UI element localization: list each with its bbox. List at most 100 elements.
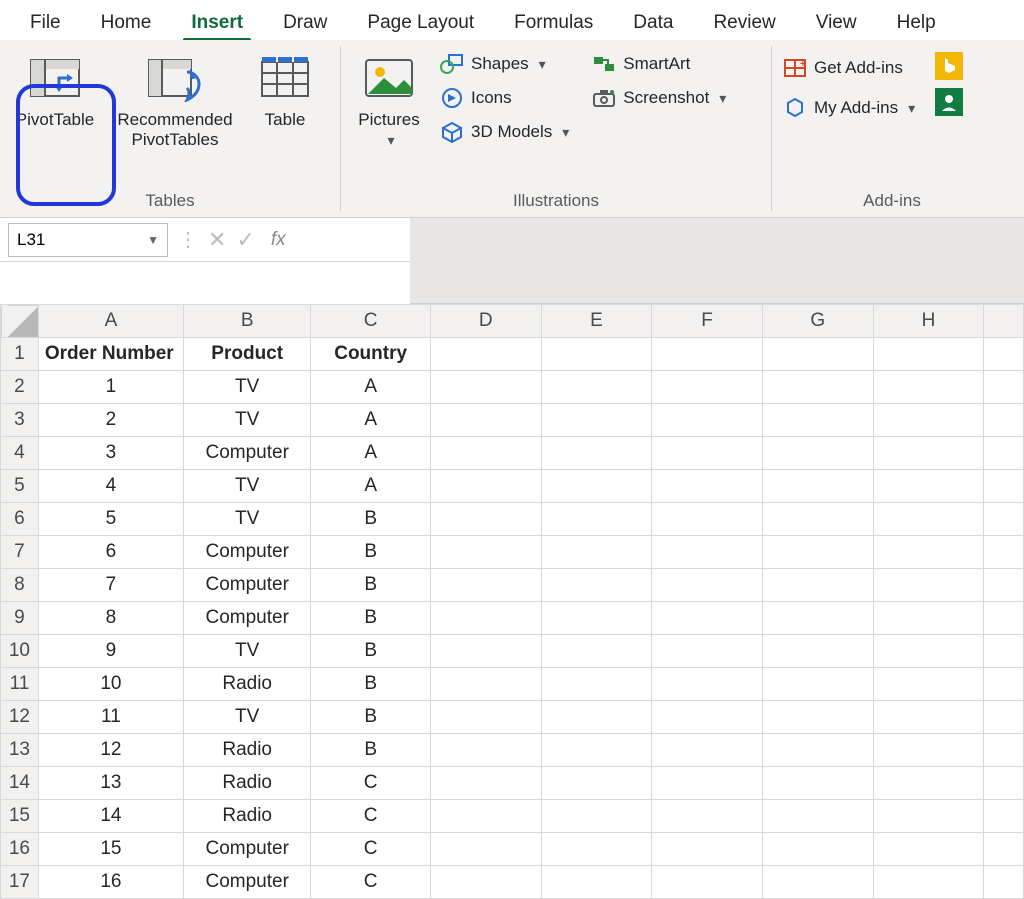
cell[interactable] bbox=[873, 371, 984, 404]
cell[interactable]: B bbox=[311, 701, 430, 734]
cell[interactable] bbox=[762, 470, 873, 503]
cell[interactable] bbox=[541, 602, 652, 635]
cell[interactable]: C bbox=[311, 767, 430, 800]
cell[interactable] bbox=[430, 866, 541, 899]
cell[interactable]: TV bbox=[183, 635, 310, 668]
cell[interactable] bbox=[762, 536, 873, 569]
cell[interactable]: Computer bbox=[183, 569, 310, 602]
tab-review[interactable]: Review bbox=[693, 6, 795, 40]
cell[interactable] bbox=[873, 767, 984, 800]
cell[interactable] bbox=[873, 536, 984, 569]
column-header[interactable]: E bbox=[541, 305, 652, 338]
cell[interactable] bbox=[984, 470, 1024, 503]
cell[interactable]: C bbox=[311, 833, 430, 866]
cell[interactable]: Computer bbox=[183, 866, 310, 899]
row-header[interactable]: 13 bbox=[1, 734, 39, 767]
enter-icon[interactable]: ✓ bbox=[236, 227, 254, 253]
tab-draw[interactable]: Draw bbox=[263, 6, 347, 40]
select-all-corner[interactable] bbox=[1, 305, 39, 338]
cell[interactable] bbox=[541, 338, 652, 371]
cell[interactable]: A bbox=[311, 470, 430, 503]
cell[interactable] bbox=[762, 569, 873, 602]
get-addins-button[interactable]: + Get Add-ins bbox=[778, 52, 919, 84]
cell[interactable] bbox=[430, 734, 541, 767]
cell[interactable] bbox=[430, 668, 541, 701]
cell[interactable] bbox=[762, 701, 873, 734]
cell[interactable]: B bbox=[311, 734, 430, 767]
cell[interactable] bbox=[430, 569, 541, 602]
table-button[interactable]: Table bbox=[246, 44, 324, 136]
cell[interactable] bbox=[541, 866, 652, 899]
cell[interactable] bbox=[873, 602, 984, 635]
cell[interactable]: 6 bbox=[38, 536, 183, 569]
cell[interactable] bbox=[652, 866, 763, 899]
cell[interactable] bbox=[652, 635, 763, 668]
column-header[interactable]: H bbox=[873, 305, 984, 338]
pictures-button[interactable]: Pictures▾ bbox=[347, 44, 431, 155]
column-header[interactable]: F bbox=[652, 305, 763, 338]
cell[interactable]: 11 bbox=[38, 701, 183, 734]
cell[interactable]: TV bbox=[183, 701, 310, 734]
cell[interactable] bbox=[652, 701, 763, 734]
row-header[interactable]: 4 bbox=[1, 437, 39, 470]
row-header[interactable]: 2 bbox=[1, 371, 39, 404]
cell[interactable] bbox=[541, 734, 652, 767]
cell[interactable]: Computer bbox=[183, 536, 310, 569]
cell[interactable] bbox=[430, 701, 541, 734]
cell[interactable] bbox=[984, 536, 1024, 569]
name-box[interactable]: L31 ▼ bbox=[8, 223, 168, 257]
recommended-pivot-button[interactable]: Recommended PivotTables bbox=[108, 44, 242, 155]
cell[interactable] bbox=[541, 635, 652, 668]
cell[interactable] bbox=[430, 800, 541, 833]
cell[interactable] bbox=[873, 866, 984, 899]
cell[interactable] bbox=[430, 371, 541, 404]
cell[interactable] bbox=[873, 569, 984, 602]
cell[interactable] bbox=[984, 734, 1024, 767]
cell[interactable] bbox=[541, 437, 652, 470]
tab-data[interactable]: Data bbox=[613, 6, 693, 40]
column-header[interactable]: G bbox=[762, 305, 873, 338]
row-header[interactable]: 6 bbox=[1, 503, 39, 536]
cell[interactable] bbox=[762, 833, 873, 866]
cell[interactable]: TV bbox=[183, 404, 310, 437]
row-header[interactable]: 10 bbox=[1, 635, 39, 668]
cell[interactable] bbox=[873, 668, 984, 701]
tab-file[interactable]: File bbox=[10, 6, 81, 40]
column-header[interactable]: A bbox=[38, 305, 183, 338]
cell[interactable] bbox=[541, 668, 652, 701]
row-header[interactable]: 7 bbox=[1, 536, 39, 569]
bing-tile-icon[interactable] bbox=[935, 52, 963, 80]
cell[interactable]: Radio bbox=[183, 668, 310, 701]
cell[interactable] bbox=[873, 503, 984, 536]
cell[interactable] bbox=[984, 800, 1024, 833]
cell[interactable] bbox=[984, 602, 1024, 635]
shapes-button[interactable]: Shapes ▾ bbox=[435, 48, 573, 80]
icons-button[interactable]: Icons bbox=[435, 82, 573, 114]
cell[interactable] bbox=[984, 338, 1024, 371]
cell[interactable]: 15 bbox=[38, 833, 183, 866]
cell[interactable] bbox=[430, 437, 541, 470]
column-header[interactable]: D bbox=[430, 305, 541, 338]
row-header[interactable]: 12 bbox=[1, 701, 39, 734]
cell[interactable] bbox=[652, 371, 763, 404]
tab-view[interactable]: View bbox=[796, 6, 877, 40]
cell[interactable]: 8 bbox=[38, 602, 183, 635]
cell[interactable] bbox=[762, 734, 873, 767]
cell[interactable]: C bbox=[311, 866, 430, 899]
cell[interactable] bbox=[652, 602, 763, 635]
cell[interactable]: A bbox=[311, 437, 430, 470]
cell[interactable]: C bbox=[311, 800, 430, 833]
cell[interactable]: Computer bbox=[183, 602, 310, 635]
cell[interactable] bbox=[984, 404, 1024, 437]
cell[interactable]: 12 bbox=[38, 734, 183, 767]
cell[interactable] bbox=[430, 635, 541, 668]
cell[interactable] bbox=[430, 602, 541, 635]
cell[interactable] bbox=[762, 338, 873, 371]
cell[interactable]: A bbox=[311, 404, 430, 437]
cell[interactable]: Computer bbox=[183, 437, 310, 470]
cell[interactable] bbox=[762, 866, 873, 899]
cell[interactable]: B bbox=[311, 503, 430, 536]
cell[interactable] bbox=[652, 569, 763, 602]
cell[interactable] bbox=[541, 470, 652, 503]
row-header[interactable]: 16 bbox=[1, 833, 39, 866]
